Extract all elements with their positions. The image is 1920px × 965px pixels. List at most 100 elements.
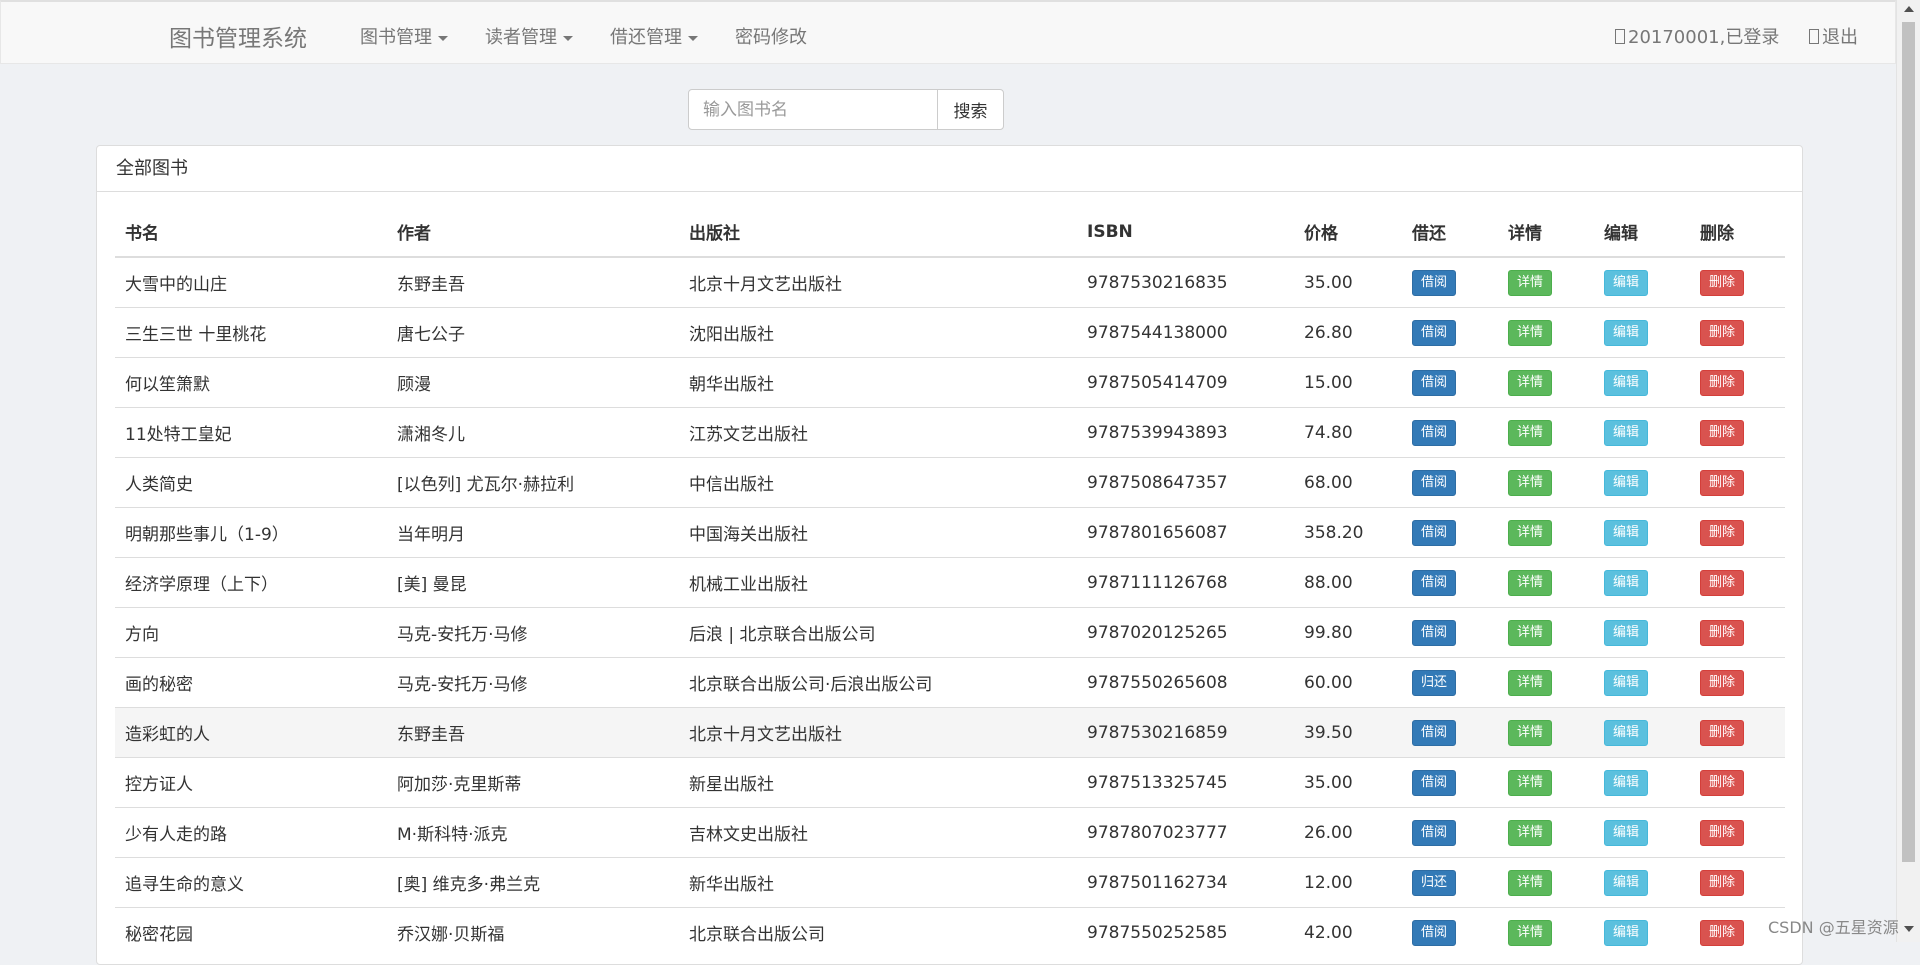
delete-button[interactable]: 删除 [1700, 519, 1745, 546]
author-cell: 东野圭吾 [387, 707, 679, 758]
edit-button[interactable]: 编辑 [1604, 869, 1649, 896]
borrow-button[interactable]: 借阅 [1412, 369, 1457, 396]
borrow-cell: 借阅 [1402, 757, 1498, 808]
delete-button[interactable]: 删除 [1700, 319, 1745, 346]
delete-button[interactable]: 删除 [1700, 369, 1745, 396]
borrow-button[interactable]: 借阅 [1412, 719, 1457, 746]
delete-button[interactable]: 删除 [1700, 269, 1745, 296]
delete-cell: 删除 [1690, 707, 1785, 758]
publisher-cell: 吉林文史出版社 [679, 807, 1077, 858]
edit-button[interactable]: 编辑 [1604, 519, 1649, 546]
author-cell: 潇湘冬儿 [387, 407, 679, 458]
nav-book-management[interactable]: 图书管理 [360, 23, 448, 49]
delete-button[interactable]: 删除 [1700, 419, 1745, 446]
edit-button[interactable]: 编辑 [1604, 469, 1649, 496]
detail-button[interactable]: 详情 [1508, 669, 1553, 696]
book-title-cell: 方向 [115, 607, 387, 658]
nav-reader-management-label: 读者管理 [485, 27, 557, 48]
detail-button[interactable]: 详情 [1508, 519, 1553, 546]
delete-button[interactable]: 删除 [1700, 469, 1745, 496]
edit-cell: 编辑 [1594, 507, 1690, 558]
header-author: 作者 [387, 207, 679, 258]
scroll-down-arrow-icon[interactable] [1904, 926, 1914, 932]
delete-button[interactable]: 删除 [1700, 619, 1745, 646]
author-cell: 唐七公子 [387, 307, 679, 358]
borrow-button[interactable]: 借阅 [1412, 469, 1457, 496]
publisher-cell: 朝华出版社 [679, 357, 1077, 408]
table-row: 方向 马克-安托万·马修 后浪 | 北京联合出版公司 9787020125265 99.… [115, 607, 1785, 658]
author-cell: 当年明月 [387, 507, 679, 558]
logout-link[interactable]: 退出 [1809, 23, 1858, 49]
return-button[interactable]: 归还 [1412, 669, 1457, 696]
detail-button[interactable]: 详情 [1508, 769, 1553, 796]
edit-button[interactable]: 编辑 [1604, 819, 1649, 846]
edit-cell: 编辑 [1594, 657, 1690, 708]
price-cell: 74.80 [1294, 407, 1402, 458]
isbn-cell: 9787807023777 [1077, 807, 1294, 858]
scroll-up-arrow-icon[interactable] [1904, 6, 1914, 12]
delete-button[interactable]: 删除 [1700, 769, 1745, 796]
borrow-button[interactable]: 借阅 [1412, 319, 1457, 346]
delete-cell: 删除 [1690, 307, 1785, 358]
borrow-cell: 借阅 [1402, 507, 1498, 558]
edit-cell: 编辑 [1594, 807, 1690, 858]
caret-down-icon [688, 35, 698, 41]
detail-button[interactable]: 详情 [1508, 419, 1553, 446]
nav-reader-management[interactable]: 读者管理 [485, 23, 573, 49]
table-header-row: 书名 作者 出版社 ISBN 价格 借还 详情 编辑 删除 [115, 207, 1785, 258]
user-status[interactable]: 20170001,已登录 [1615, 23, 1779, 49]
nav-borrow-management-label: 借还管理 [610, 27, 682, 48]
borrow-button[interactable]: 借阅 [1412, 519, 1457, 546]
detail-button[interactable]: 详情 [1508, 819, 1553, 846]
scroll-thumb[interactable] [1902, 22, 1915, 862]
edit-button[interactable]: 编辑 [1604, 319, 1649, 346]
edit-button[interactable]: 编辑 [1604, 369, 1649, 396]
borrow-cell: 借阅 [1402, 907, 1498, 957]
isbn-cell: 9787505414709 [1077, 357, 1294, 408]
borrow-button[interactable]: 借阅 [1412, 819, 1457, 846]
book-title-cell: 何以笙箫默 [115, 357, 387, 408]
return-button[interactable]: 归还 [1412, 869, 1457, 896]
delete-button[interactable]: 删除 [1700, 819, 1745, 846]
detail-button[interactable]: 详情 [1508, 369, 1553, 396]
borrow-button[interactable]: 借阅 [1412, 769, 1457, 796]
borrow-button[interactable]: 借阅 [1412, 419, 1457, 446]
edit-button[interactable]: 编辑 [1604, 269, 1649, 296]
table-row: 秘密花园 乔汉娜·贝斯福 北京联合出版公司 9787550252585 42.00 借阅详… [115, 907, 1785, 957]
detail-button[interactable]: 详情 [1508, 869, 1553, 896]
delete-button[interactable]: 删除 [1700, 569, 1745, 596]
edit-button[interactable]: 编辑 [1604, 769, 1649, 796]
isbn-cell: 9787550265608 [1077, 657, 1294, 708]
nav-password-change[interactable]: 密码修改 [735, 23, 807, 49]
app-brand[interactable]: 图书管理系统 [169, 19, 307, 53]
detail-button[interactable]: 详情 [1508, 619, 1553, 646]
edit-button[interactable]: 编辑 [1604, 569, 1649, 596]
edit-button[interactable]: 编辑 [1604, 619, 1649, 646]
delete-button[interactable]: 删除 [1700, 719, 1745, 746]
delete-button[interactable]: 删除 [1700, 869, 1745, 896]
borrow-button[interactable]: 借阅 [1412, 269, 1457, 296]
delete-cell: 删除 [1690, 557, 1785, 608]
edit-button[interactable]: 编辑 [1604, 419, 1649, 446]
detail-button[interactable]: 详情 [1508, 269, 1553, 296]
table-row: 三生三世 十里桃花 唐七公子 沈阳出版社 9787544138000 26.80 借阅 详情… [115, 307, 1785, 358]
borrow-button[interactable]: 借阅 [1412, 569, 1457, 596]
search-button[interactable]: 搜索 [937, 89, 1004, 130]
detail-button[interactable]: 详情 [1508, 469, 1553, 496]
page-scrollbar[interactable] [1896, 0, 1920, 942]
isbn-cell: 9787501162734 [1077, 857, 1294, 908]
nav-borrow-management[interactable]: 借还管理 [610, 23, 698, 49]
detail-button[interactable]: 详情 [1508, 719, 1553, 746]
book-search-input[interactable] [688, 89, 938, 130]
edit-button[interactable]: 编辑 [1604, 669, 1649, 696]
edit-button[interactable]: 编辑 [1604, 719, 1649, 746]
detail-cell: 详情 [1498, 807, 1594, 858]
delete-button[interactable]: 删除 [1700, 669, 1745, 696]
detail-button[interactable]: 详情 [1508, 569, 1553, 596]
detail-button[interactable]: 详情 [1508, 319, 1553, 346]
book-title-cell: 三生三世 十里桃花 [115, 307, 387, 358]
borrow-cell: 借阅 [1402, 557, 1498, 608]
detail-cell: 详情 [1498, 907, 1594, 957]
user-status-text: 20170001,已登录 [1628, 27, 1780, 48]
borrow-button[interactable]: 借阅 [1412, 619, 1457, 646]
